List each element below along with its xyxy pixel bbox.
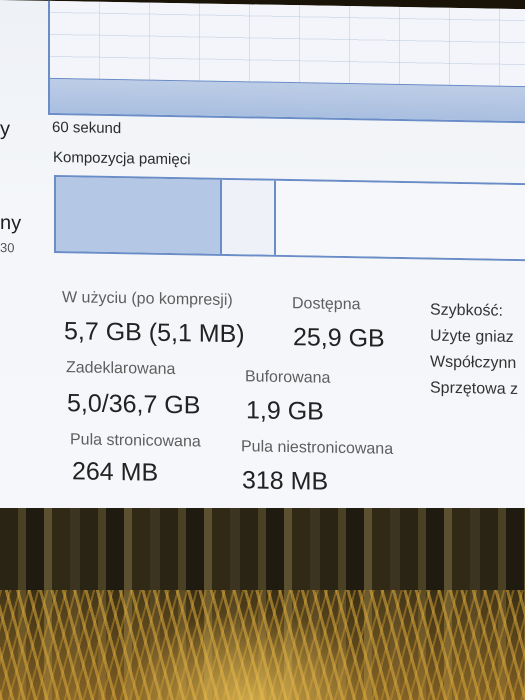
- right-panel-item: Szybkość:: [430, 301, 503, 320]
- wallpaper-highlight: [120, 610, 380, 700]
- sidebar-text-fragment: 30: [0, 240, 15, 256]
- composition-modified-segment: [222, 179, 276, 255]
- paged-pool-label: Pula stronicowana: [70, 431, 201, 451]
- non-paged-pool-value: 318 MB: [242, 466, 329, 496]
- composition-in-use-segment: [56, 176, 222, 254]
- memory-usage-graph-fill: [50, 77, 525, 122]
- composition-free-segment: [276, 180, 525, 260]
- non-paged-pool-label: Pula niestronicowana: [241, 438, 394, 458]
- right-panel-item: Sprzętowa z: [430, 379, 519, 399]
- graph-time-label: 60 sekund: [52, 118, 122, 138]
- memory-composition-bar: [54, 174, 525, 262]
- available-value: 25,9 GB: [293, 323, 385, 353]
- cached-value: 1,9 GB: [246, 396, 324, 426]
- available-label: Dostępna: [292, 295, 361, 314]
- in-use-label: W użyciu (po kompresji): [62, 289, 233, 310]
- sidebar-text-fragment: y: [0, 118, 10, 141]
- memory-usage-graph: [48, 0, 525, 124]
- task-manager-memory-panel: y ny 30 60 sekund Kompozycja pamięci W u…: [0, 0, 525, 532]
- committed-value: 5,0/36,7 GB: [67, 389, 201, 420]
- sidebar-text-fragment: ny: [0, 212, 22, 235]
- right-panel-item: Współczynn: [430, 353, 517, 373]
- right-panel-item: Użyte gniaz: [430, 327, 514, 346]
- cached-label: Buforowana: [245, 368, 331, 387]
- paged-pool-value: 264 MB: [72, 457, 159, 487]
- composition-title: Kompozycja pamięci: [53, 148, 191, 169]
- in-use-value: 5,7 GB (5,1 MB): [64, 317, 245, 349]
- committed-label: Zadeklarowana: [66, 359, 176, 379]
- sidebar-fragment: y ny 30: [0, 0, 22, 522]
- desktop-wallpaper: [0, 508, 525, 700]
